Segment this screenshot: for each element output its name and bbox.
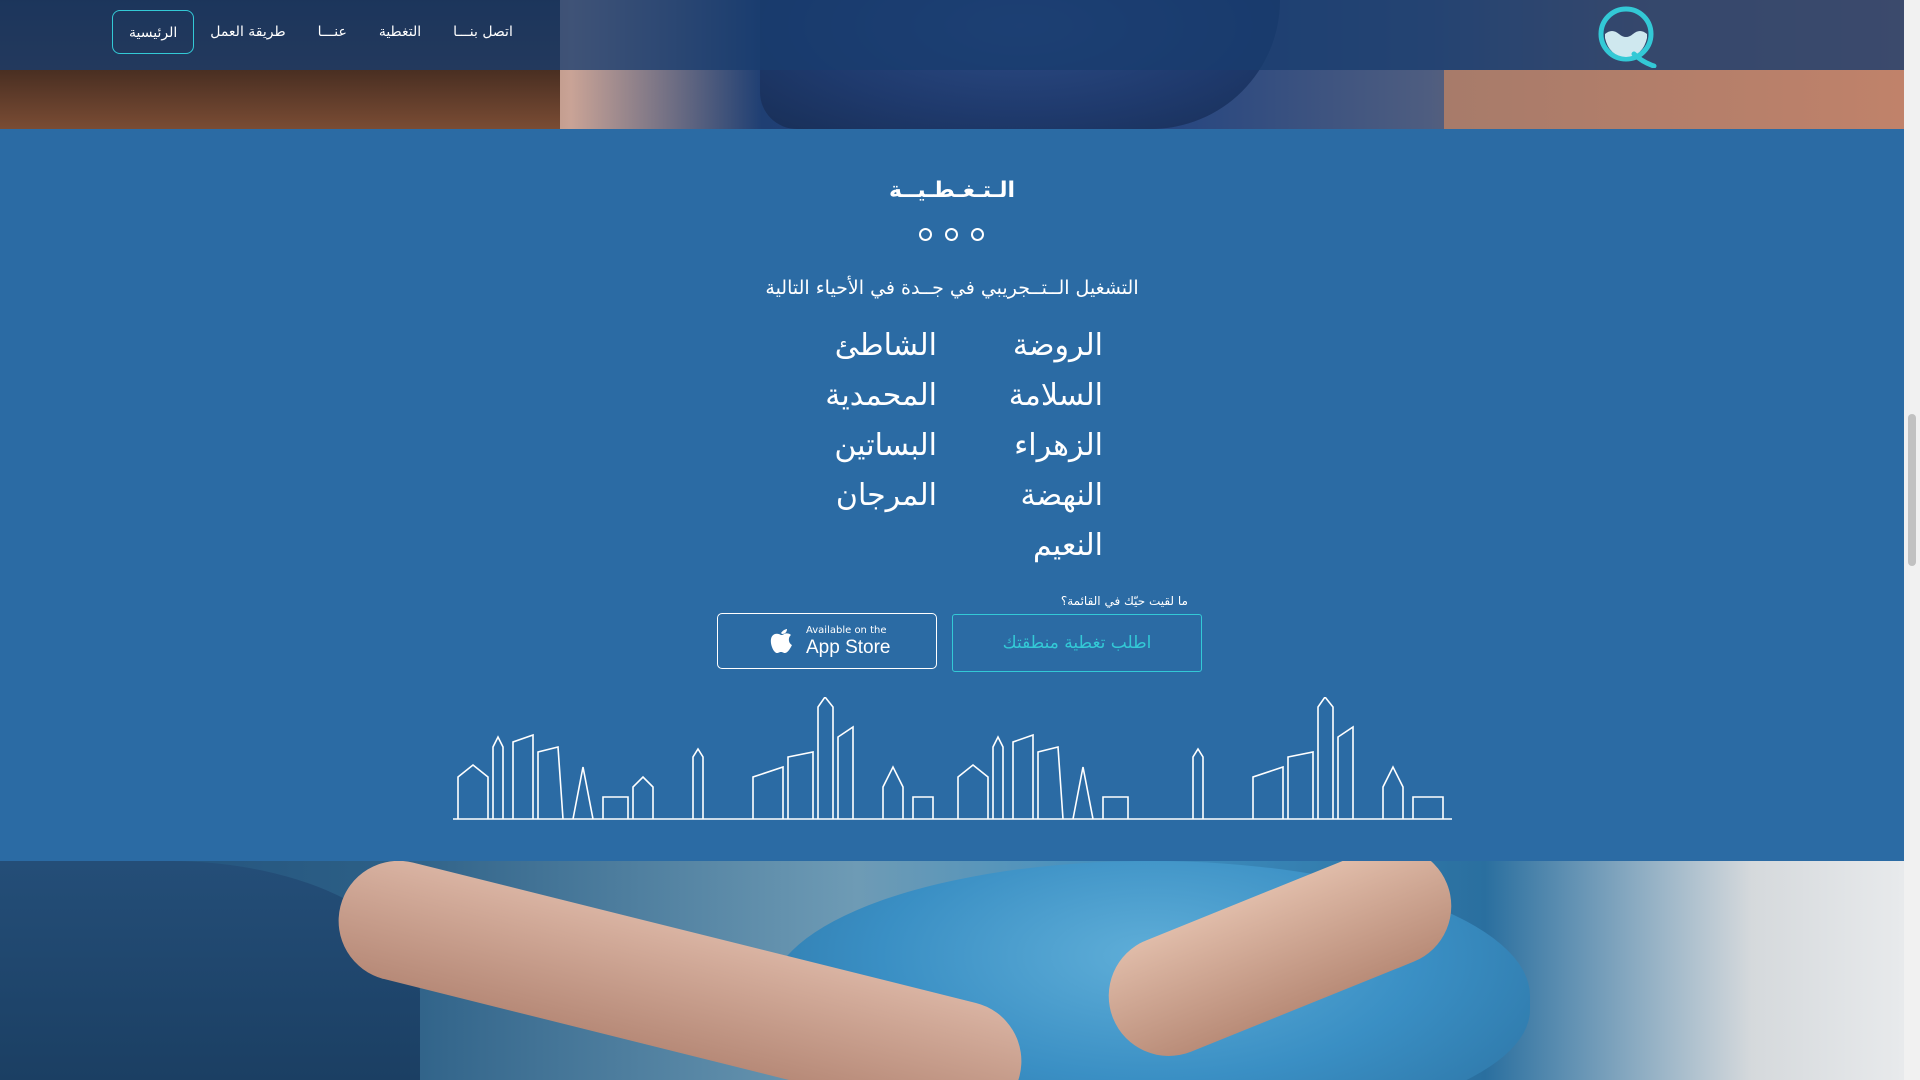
nav-item-coverage[interactable]: التغطية — [363, 10, 437, 54]
district-item: السلامة — [1008, 378, 1103, 413]
dot-icon — [919, 228, 932, 241]
nav-item-home[interactable]: الرئيسية — [112, 10, 195, 54]
district-item: المرجان — [835, 478, 937, 513]
district-item: النعيم — [1032, 528, 1103, 563]
nav-item-about[interactable]: عنـــا — [302, 10, 363, 54]
nav-item-how-it-works[interactable]: طريقة العمل — [194, 10, 301, 54]
dot-icon — [945, 228, 958, 241]
app-store-button[interactable]: Available on the App Store — [717, 613, 937, 669]
coverage-subtitle: التشغيل الــتــجريبي في جــدة في الأحياء… — [765, 277, 1139, 299]
missing-district-question: ما لقيت حيّك في القائمة؟ — [1060, 594, 1188, 608]
city-skyline-illustration — [453, 697, 1452, 820]
districts-list-left: الشاطئ المحمدية البساتين المرجان — [780, 321, 937, 521]
apple-icon — [770, 629, 792, 653]
district-item: الروضة — [1012, 328, 1103, 363]
appstore-big-text: App Store — [806, 637, 891, 658]
q-water-logo-icon[interactable] — [1596, 4, 1660, 68]
request-coverage-button[interactable]: اطلب تغطية منطقتك — [952, 614, 1202, 672]
district-item: الشاطئ — [834, 328, 937, 363]
scrollbar-thumb[interactable] — [1908, 414, 1916, 566]
district-item: البساتين — [834, 428, 937, 463]
nav-item-contact[interactable]: اتصل بنـــا — [437, 10, 529, 54]
coverage-section: الـتـغـطـيــة التشغيل الــتــجريبي في جـ… — [0, 129, 1904, 861]
dot-icon — [971, 228, 984, 241]
district-item: المحمدية — [825, 378, 937, 413]
nav-menu: الرئيسية طريقة العمل عنـــا التغطية اتصل… — [112, 10, 529, 54]
districts-list-right: الروضة السلامة الزهراء النهضة النعيم — [1000, 321, 1103, 571]
title-dots-decoration — [919, 228, 984, 241]
district-item: الزهراء — [1014, 428, 1103, 463]
header-navbar: الرئيسية طريقة العمل عنـــا التغطية اتصل… — [0, 0, 1904, 70]
hero-photo-bottom — [0, 861, 1904, 1080]
section-title: الـتـغـطـيــة — [888, 178, 1016, 203]
hero-wall-shape — [1444, 70, 1904, 129]
appstore-small-text: Available on the — [806, 625, 887, 636]
page-scrollbar[interactable] — [1904, 0, 1920, 1080]
district-item: النهضة — [1020, 478, 1103, 513]
